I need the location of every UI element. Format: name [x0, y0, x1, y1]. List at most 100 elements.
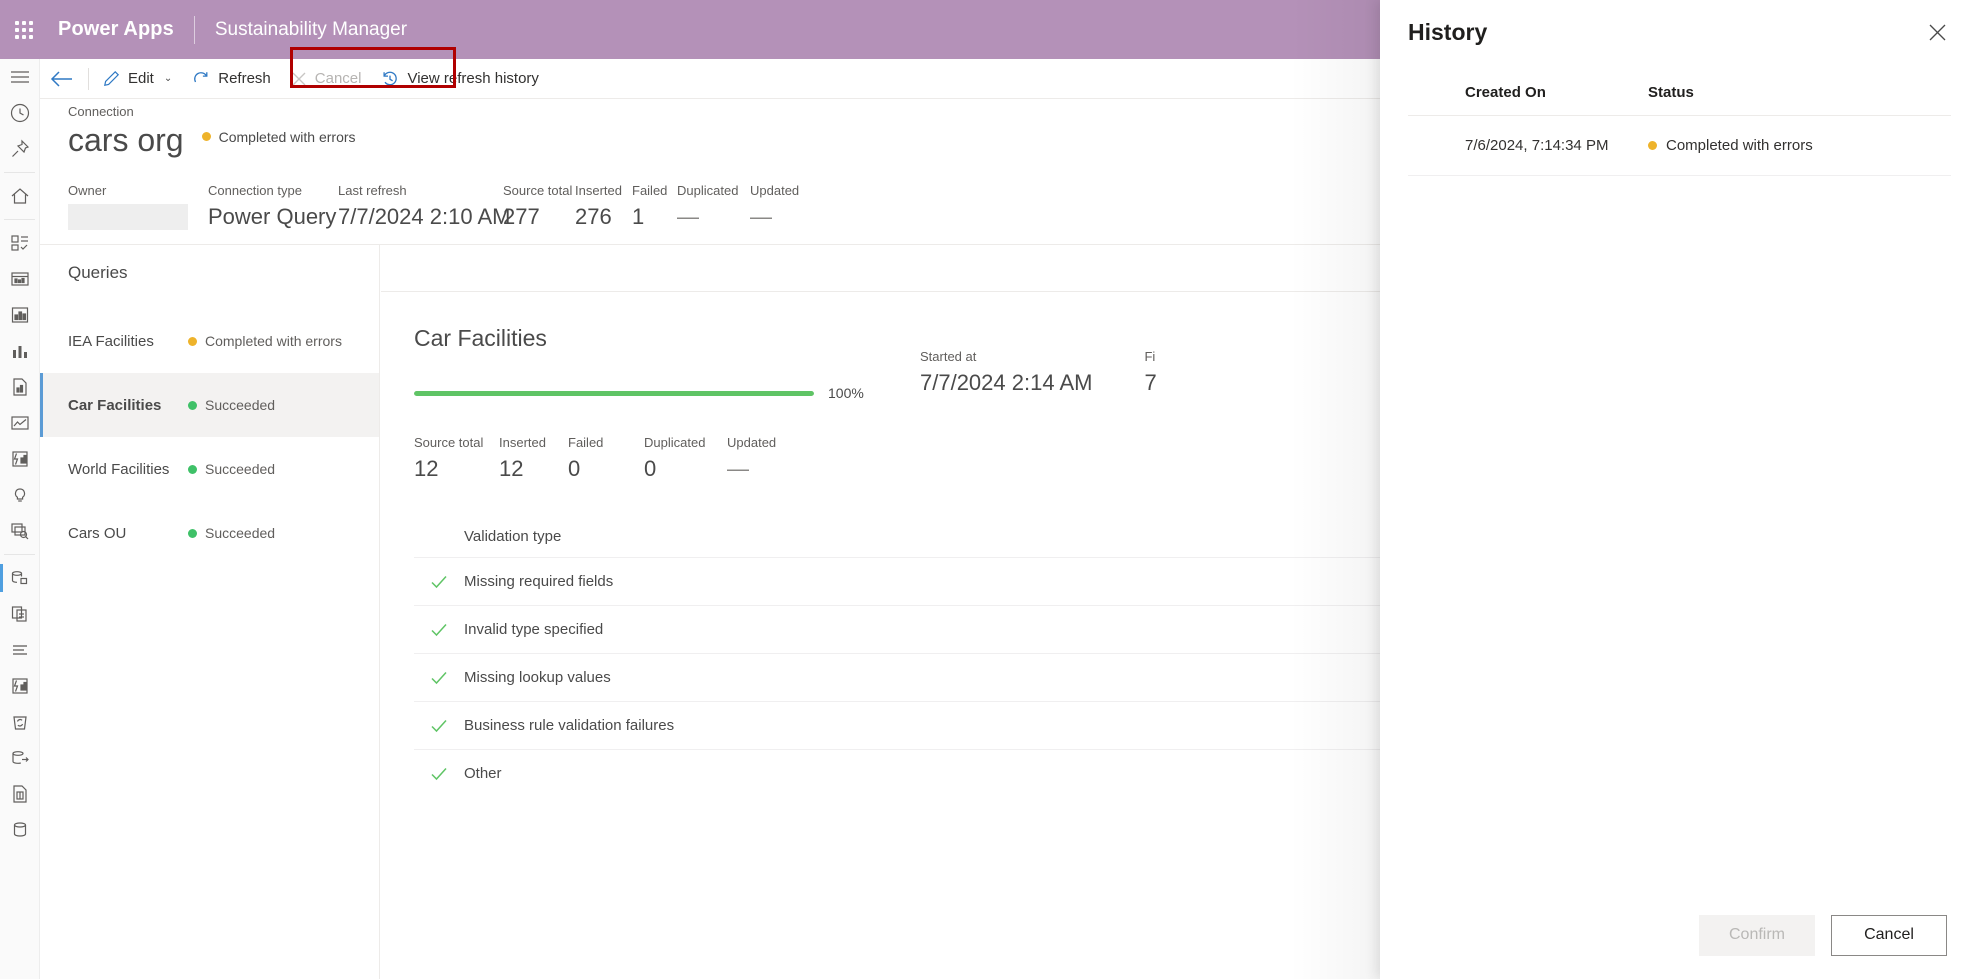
pencil-icon [103, 70, 120, 87]
detail-timestamps: Started at 7/7/2024 2:14 AM Fi 7 [920, 349, 1157, 396]
query-status-text: Succeeded [205, 525, 276, 541]
view-refresh-history-button[interactable]: View refresh history [371, 59, 548, 99]
cancel-button: Cancel [281, 59, 372, 99]
stat-failed: Failed 1 [632, 183, 677, 230]
query-name: Car Facilities [68, 396, 162, 414]
validation-type-name: Missing lookup values [464, 669, 611, 686]
insights-chart-icon[interactable] [0, 441, 39, 477]
stat-label: Inserted [499, 435, 546, 450]
query-name: Cars OU [68, 524, 127, 542]
status-dot-icon [188, 464, 197, 474]
status-dot-icon [188, 336, 197, 346]
check-icon [414, 669, 464, 687]
home-icon[interactable] [0, 178, 39, 214]
table-row[interactable]: 7/6/2024, 7:14:34 PM Completed with erro… [1408, 116, 1951, 176]
recent-clock-icon[interactable] [0, 95, 39, 131]
stat-value: 0 [644, 456, 657, 481]
bar-chart-icon[interactable] [0, 297, 39, 333]
stat-value: — [750, 204, 772, 229]
dashboard-metrics-icon[interactable] [0, 225, 39, 261]
validation-type-name: Invalid type specified [464, 621, 604, 638]
database-export-icon[interactable] [0, 740, 39, 776]
rail-divider [4, 219, 35, 220]
database-icon[interactable] [0, 812, 39, 848]
check-icon [414, 573, 464, 591]
insights-chart-icon[interactable] [0, 668, 39, 704]
history-table: Created On Status 7/6/2024, 7:14:34 PM C… [1408, 70, 1951, 176]
query-row[interactable]: Car Facilities Succeeded [40, 373, 379, 437]
stat-label: Inserted [575, 183, 622, 198]
document-chart-icon[interactable] [0, 369, 39, 405]
progress-bar [414, 390, 814, 396]
stat-value: 277 [503, 204, 540, 229]
list-lines-icon[interactable] [0, 632, 39, 668]
query-status: Succeeded [188, 525, 275, 541]
page-layout-icon[interactable] [0, 776, 39, 812]
progress-bar-fill [414, 390, 814, 396]
stat-value: — [677, 204, 699, 229]
query-row[interactable]: IEA Facilities Completed with errors [40, 309, 379, 373]
brand-name[interactable]: Power Apps [48, 18, 194, 41]
cancel-button[interactable]: Cancel [1831, 914, 1947, 956]
edit-label: Edit [128, 70, 154, 87]
search-data-icon[interactable] [0, 513, 39, 549]
status-dot-icon [1648, 141, 1657, 150]
query-name: IEA Facilities [68, 332, 154, 350]
report-chart-icon[interactable] [0, 261, 39, 297]
stat-label: Duplicated [644, 435, 706, 450]
column-header-validation-type: Validation type [464, 527, 562, 545]
query-status: Completed with errors [188, 333, 342, 349]
stat-duplicated: Duplicated — [677, 183, 750, 230]
stat-label: Last refresh [338, 183, 407, 198]
stat-value: 1 [632, 204, 645, 229]
history-header: History [1380, 0, 1975, 64]
query-status: Succeeded [188, 397, 275, 413]
stat-label: Failed [568, 435, 604, 450]
refresh-button[interactable]: Refresh [182, 59, 281, 99]
detail-title: Car Facilities [414, 325, 547, 351]
check-icon [414, 765, 464, 783]
column-header-status: Status [1648, 84, 1694, 101]
validation-type-name: Business rule validation failures [464, 717, 675, 734]
column-header-created-on: Created On [1465, 84, 1546, 101]
copy-document-icon[interactable] [0, 596, 39, 632]
page-title: cars org [68, 122, 184, 158]
queries-title: Queries [68, 263, 128, 282]
query-row[interactable]: World Facilities Succeeded [40, 437, 379, 501]
status-dot-icon [188, 400, 197, 410]
app-name[interactable]: Sustainability Manager [195, 19, 407, 41]
detail-stat-inserted: Inserted 12 [499, 435, 568, 482]
stat-value: 276 [575, 204, 612, 229]
lightbulb-icon[interactable] [0, 477, 39, 513]
line-chart-icon[interactable] [0, 405, 39, 441]
edit-button[interactable]: Edit ⌄ [93, 59, 182, 99]
stat-updated: Updated — [750, 183, 820, 230]
close-icon[interactable] [1921, 16, 1953, 48]
arrow-left-icon[interactable] [40, 59, 84, 99]
status-text: Completed with errors [218, 128, 356, 145]
stat-label: Owner [68, 183, 107, 198]
detail-stats: Source total 12 Inserted 12 Failed 0 Dup… [414, 435, 807, 482]
pin-icon[interactable] [0, 131, 39, 167]
confirm-button: Confirm [1699, 914, 1815, 956]
stat-last-refresh: Last refresh 7/7/2024 2:10 AM [338, 183, 510, 230]
query-status-text: Succeeded [205, 461, 276, 477]
query-row[interactable]: Cars OU Succeeded [40, 501, 379, 565]
progress-area: 100% [414, 385, 864, 401]
app-launcher-icon[interactable] [0, 20, 48, 39]
detail-stat-failed: Failed 0 [568, 435, 644, 482]
record-stats: Owner Connection type Power Query Last r… [68, 183, 820, 230]
stat-owner: Owner [68, 183, 208, 230]
hamburger-menu-icon[interactable] [0, 59, 39, 95]
query-status-text: Succeeded [205, 397, 276, 413]
column-chart-icon[interactable] [0, 333, 39, 369]
finished-at: Fi 7 [1144, 349, 1156, 396]
data-connection-icon[interactable] [0, 560, 39, 596]
stat-label: Duplicated [677, 183, 739, 198]
status-dot-icon [188, 528, 197, 538]
history-clock-icon [381, 70, 399, 88]
recycle-bin-icon[interactable] [0, 704, 39, 740]
status-badge: Completed with errors [201, 128, 356, 145]
chevron-down-icon[interactable]: ⌄ [164, 73, 172, 84]
query-status: Succeeded [188, 461, 275, 477]
